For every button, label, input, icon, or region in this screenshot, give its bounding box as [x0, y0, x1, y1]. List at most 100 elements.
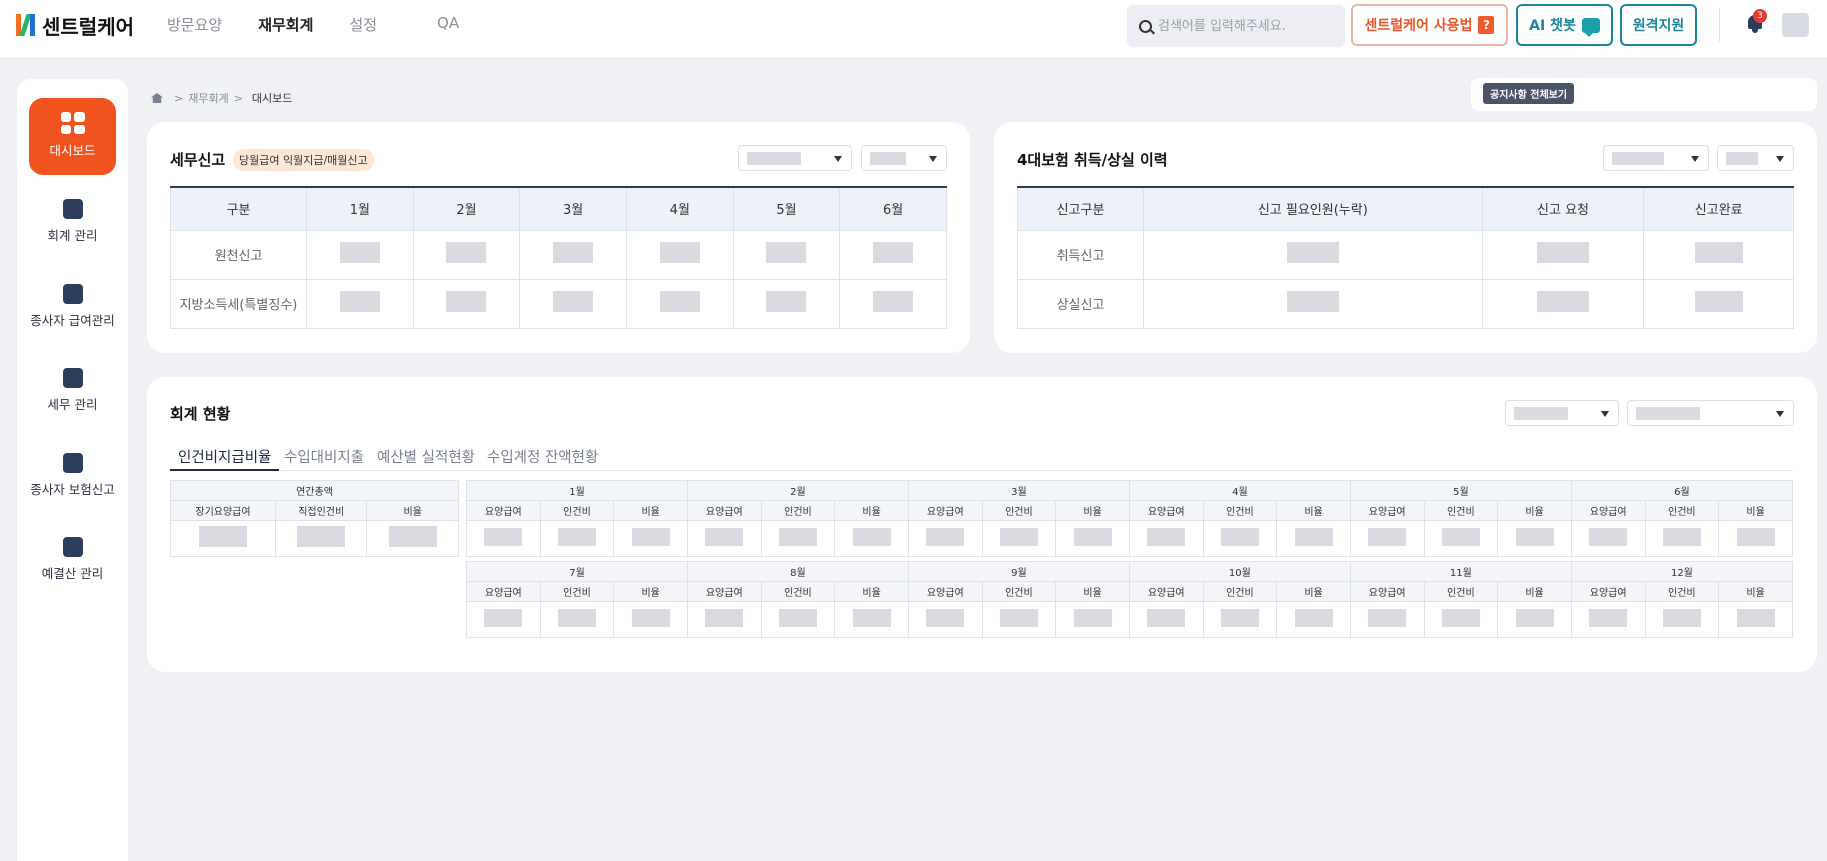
search-input[interactable]: [1158, 18, 1328, 34]
sidebar-item-insurance[interactable]: 종사자 보험신고: [17, 453, 128, 498]
value-placeholder: [1286, 291, 1339, 312]
breadcrumb-item[interactable]: 재무회계: [188, 90, 228, 106]
value-placeholder: [999, 527, 1038, 546]
notification-badge: 3: [1753, 9, 1767, 23]
nav-item-finance[interactable]: 재무회계: [258, 14, 313, 35]
column-header: 인건비: [539, 581, 615, 602]
value-placeholder: [778, 608, 817, 627]
sidebar: 대시보드 회계 관리 종사자 급여관리 세무 관리 종사자 보험신고 예결산 관…: [17, 79, 128, 861]
tab-income-expense[interactable]: 수입대비지출: [284, 446, 364, 471]
column-header: 1월: [306, 186, 414, 231]
chevron-down-icon: [834, 156, 842, 162]
breadcrumb-separator: >: [174, 91, 184, 105]
value-placeholder: [339, 291, 380, 312]
search-box[interactable]: [1127, 5, 1345, 47]
tab-labor-ratio[interactable]: 인건비지급비율: [170, 446, 280, 471]
column-header: 요양급여: [1349, 500, 1425, 521]
value-placeholder: [1736, 527, 1775, 546]
column-header: 요양급여: [1128, 581, 1204, 602]
value-placeholder: [553, 242, 594, 263]
value-placeholder: [388, 526, 437, 547]
tab-budget-performance[interactable]: 예산별 실적현황: [377, 446, 475, 471]
column-header: 인건비: [1423, 581, 1499, 602]
column-header: 2월: [412, 186, 521, 231]
column-header: 비율: [613, 500, 688, 521]
insurance-table: 신고구분 신고 필요인원(누락) 신고 요청 신고완료 취득신고 상실신고: [1017, 186, 1794, 329]
ai-chatbot-label: AI 챗봇: [1529, 18, 1576, 34]
month-header: 2월: [686, 480, 909, 501]
nav-item-settings[interactable]: 설정: [349, 14, 377, 35]
column-header: 6월: [839, 186, 947, 231]
sidebar-item-budget[interactable]: 예결산 관리: [17, 537, 128, 582]
chevron-down-icon: [929, 156, 937, 162]
value-placeholder: [1294, 608, 1333, 627]
avatar[interactable]: [1782, 13, 1809, 37]
value-placeholder: [1441, 527, 1480, 546]
column-header: 비율: [1718, 581, 1793, 602]
tab-income-balance[interactable]: 수입계정 잔액현황: [487, 446, 598, 471]
remote-support-label: 원격지원: [1632, 18, 1685, 34]
value-placeholder: [926, 608, 965, 627]
value-placeholder: [1589, 608, 1628, 627]
column-header: 요양급여: [686, 581, 762, 602]
value-placeholder: [999, 608, 1038, 627]
checklist-icon: [62, 453, 83, 473]
column-header: 요양급여: [466, 581, 541, 602]
value-placeholder: [778, 527, 817, 546]
annual-title: 연간총액: [170, 480, 459, 501]
notice-all-button[interactable]: 공지사항 전체보기: [1483, 83, 1575, 104]
table-row: 원천신고: [170, 229, 947, 280]
period-select[interactable]: [861, 145, 947, 171]
year-select[interactable]: [1603, 145, 1709, 171]
column-header: 인건비: [1202, 581, 1278, 602]
period-select[interactable]: [1717, 145, 1794, 171]
chevron-down-icon: [1601, 411, 1609, 417]
nav-item-qa[interactable]: QA: [437, 14, 459, 35]
sidebar-item-payroll[interactable]: 종사자 급여관리: [17, 284, 128, 329]
annual-total-table: 연간총액 장기요양급여 직접인건비 비율: [170, 480, 459, 557]
account-select[interactable]: [1627, 400, 1794, 426]
table-row: [170, 520, 459, 557]
value-placeholder: [484, 527, 523, 546]
column-header: 비율: [1276, 500, 1351, 521]
value-placeholder: [1694, 291, 1743, 312]
column-header: 신고 필요인원(누락): [1143, 186, 1483, 231]
value-placeholder: [873, 291, 914, 312]
ai-chatbot-button[interactable]: AI 챗봇: [1516, 4, 1613, 46]
month-header: 4월: [1128, 480, 1351, 501]
remote-support-button[interactable]: 원격지원: [1620, 4, 1697, 46]
sidebar-item-label: 회계 관리: [47, 228, 98, 243]
year-select[interactable]: [1505, 400, 1619, 426]
value-placeholder: [297, 526, 346, 547]
column-header: 요양급여: [1349, 581, 1425, 602]
value-placeholder: [1147, 608, 1186, 627]
year-select[interactable]: [738, 145, 852, 171]
chevron-down-icon: [1776, 156, 1784, 162]
percent-icon: [62, 537, 83, 557]
sidebar-item-label: 종사자 보험신고: [30, 482, 115, 497]
guide-button[interactable]: 센트럴케어 사용법 ?: [1351, 4, 1508, 46]
value-placeholder: [705, 608, 744, 627]
value-placeholder: [852, 527, 891, 546]
table-row: [466, 520, 1793, 557]
value-placeholder: [631, 527, 670, 546]
value-placeholder: [1589, 527, 1628, 546]
month-header: 1월: [466, 480, 688, 501]
value-placeholder: [1147, 527, 1186, 546]
value-placeholder: [705, 527, 744, 546]
column-header: 비율: [1497, 581, 1572, 602]
home-icon[interactable]: [151, 93, 163, 103]
value-placeholder: [1662, 527, 1701, 546]
column-header: 신고완료: [1643, 186, 1794, 231]
sidebar-item-accounting[interactable]: 회계 관리: [17, 199, 128, 244]
value-placeholder: [557, 527, 596, 546]
nav-item-visit-care[interactable]: 방문요양: [167, 14, 222, 35]
monthly-table-h1: 1월 2월 3월 4월 5월 6월 요양급여 인건비 비율 요양급여 인건비 비율 요양급여 인건비 비율 요…: [466, 480, 1794, 557]
sidebar-item-tax[interactable]: 세무 관리: [17, 368, 128, 413]
value-placeholder: [484, 608, 523, 627]
value-placeholder: [1694, 242, 1743, 263]
column-header: 신고구분: [1017, 186, 1144, 231]
logo[interactable]: 센트럴케어: [16, 10, 134, 40]
sidebar-item-dashboard[interactable]: 대시보드: [29, 98, 116, 175]
value-placeholder: [766, 291, 807, 312]
